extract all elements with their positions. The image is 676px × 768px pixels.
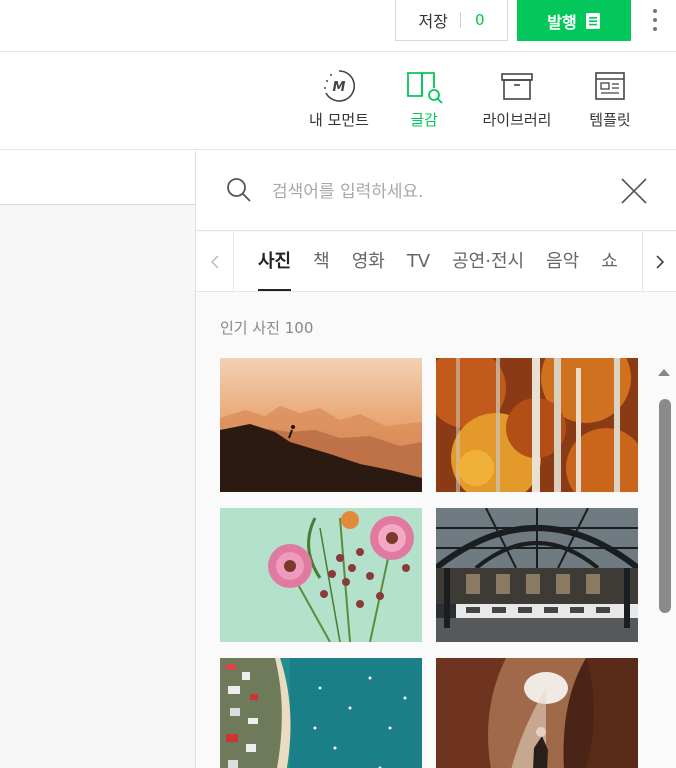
section-title: 인기 사진 100 <box>220 319 314 337</box>
tab-tv[interactable]: TV <box>407 232 430 291</box>
tab-prev-button[interactable] <box>196 232 234 291</box>
toolbar-label-library: 라이브러리 <box>482 111 552 129</box>
photo-thumbnail[interactable] <box>436 358 638 492</box>
save-count[interactable]: 0 <box>475 11 485 29</box>
photo-thumbnail[interactable] <box>436 658 638 768</box>
toolbar-label-gulgam: 글감 <box>410 111 438 129</box>
photo-thumbnail[interactable] <box>436 508 638 642</box>
side-toolbar: M 내 모먼트 글감 라이브러리 템플릿 <box>0 53 676 150</box>
more-dot-icon <box>653 27 657 31</box>
editor-canvas[interactable] <box>0 151 196 768</box>
template-icon <box>590 67 630 105</box>
gulgam-panel: 사진 책 영화 TV 공연·전시 음악 쇼 인기 사진 100 <box>196 151 676 768</box>
tab-music[interactable]: 음악 <box>546 232 579 291</box>
toolbar-item-library[interactable]: 라이브러리 <box>473 67 561 130</box>
photo-thumbnail[interactable] <box>220 508 422 642</box>
category-tabs: 사진 책 영화 TV 공연·전시 음악 쇼 <box>196 232 676 292</box>
more-dot-icon <box>653 18 657 22</box>
search-icon[interactable] <box>226 177 252 203</box>
photo-thumbnail[interactable] <box>220 358 422 492</box>
chevron-left-icon <box>210 254 219 269</box>
book-search-icon <box>404 67 444 105</box>
more-dot-icon <box>653 9 657 13</box>
close-icon[interactable] <box>620 177 648 205</box>
toolbar-label-template: 템플릿 <box>589 111 631 129</box>
tab-performance[interactable]: 공연·전시 <box>452 232 524 291</box>
tab-photo[interactable]: 사진 <box>258 232 292 291</box>
top-bar: 저장 0 발행 <box>0 0 676 52</box>
tab-next-button[interactable] <box>642 232 676 291</box>
tab-movie[interactable]: 영화 <box>352 232 385 291</box>
toolbar-item-template[interactable]: 템플릿 <box>580 67 640 130</box>
tab-list: 사진 책 영화 TV 공연·전시 음악 쇼 <box>258 232 642 291</box>
search-input[interactable] <box>272 177 602 207</box>
editor-title-area[interactable] <box>0 151 196 205</box>
save-divider <box>459 12 461 28</box>
scroll-thumb[interactable] <box>659 399 671 613</box>
svg-text:M: M <box>333 80 346 95</box>
toolbar-item-gulgam[interactable]: 글감 <box>398 67 450 130</box>
archive-box-icon <box>497 67 537 105</box>
search-bar <box>196 151 676 231</box>
publish-button[interactable]: 발행 <box>517 0 631 41</box>
more-options-button[interactable] <box>645 2 665 38</box>
document-icon <box>585 12 601 30</box>
chevron-right-icon <box>655 254 664 269</box>
save-button[interactable]: 저장 0 <box>395 0 508 41</box>
moment-icon: M <box>319 67 359 105</box>
toolbar-label-moment: 내 모먼트 <box>309 111 369 129</box>
editor-page: 저장 0 발행 M 내 모먼트 글감 라이브러리 템플릿 검색어를 입력하세요.… <box>0 0 676 768</box>
scrollbar[interactable] <box>656 369 672 768</box>
scroll-up-arrow-icon[interactable] <box>658 369 670 376</box>
toolbar-item-moment[interactable]: M 내 모먼트 <box>303 67 375 130</box>
publish-label: 발행 <box>547 12 577 32</box>
save-label: 저장 <box>418 12 448 31</box>
tab-book[interactable]: 책 <box>313 232 330 291</box>
tab-show[interactable]: 쇼 <box>601 232 618 291</box>
photo-thumbnail[interactable] <box>220 658 422 768</box>
